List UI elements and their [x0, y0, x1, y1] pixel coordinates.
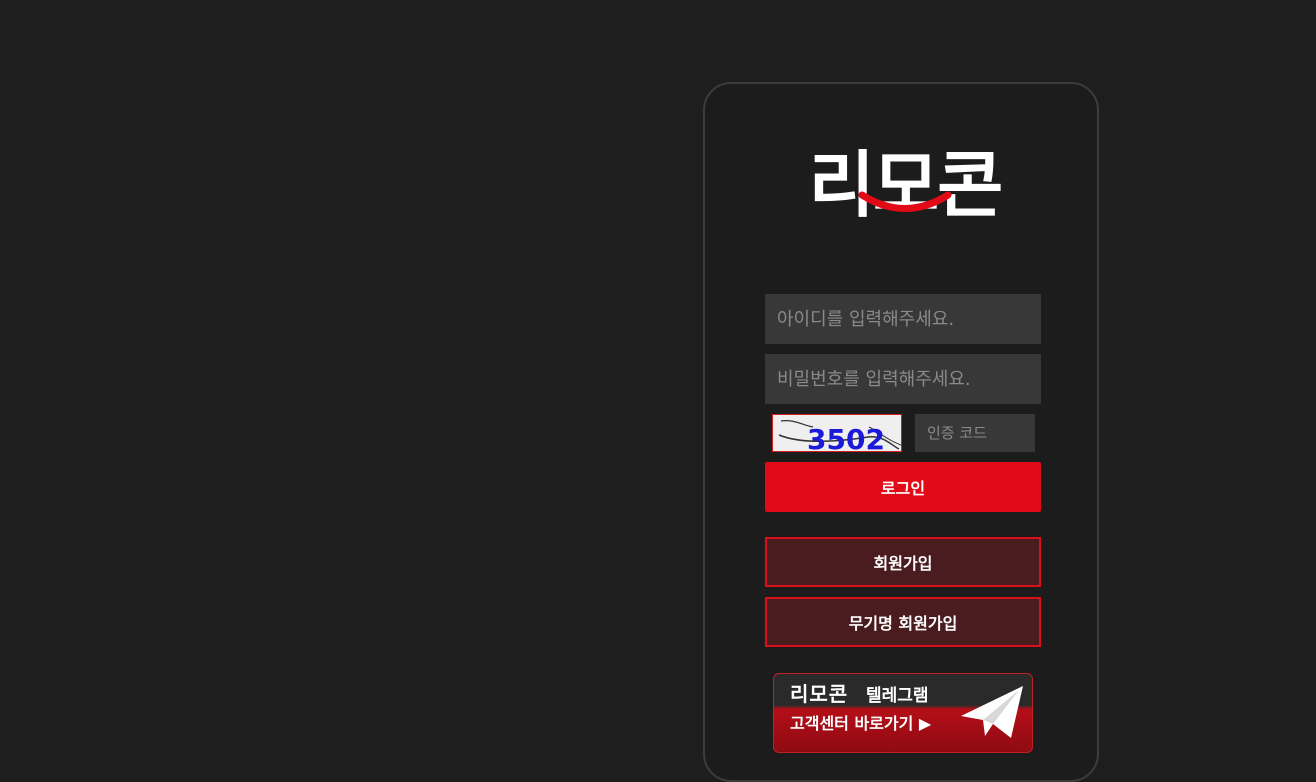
captcha-text: 3502: [807, 423, 885, 452]
password-input[interactable]: [765, 354, 1041, 404]
banner-title: 텔레그램: [866, 686, 929, 706]
paper-plane-icon: [961, 686, 1023, 738]
username-input[interactable]: [765, 294, 1041, 344]
telegram-banner[interactable]: 리모콘 텔레그램 고객센터 바로가기 ▶: [773, 673, 1033, 753]
login-panel: 리모콘 3502 로그인 회원가입 무기명 회원가입 리모콘 텔레그램 고객센터…: [703, 82, 1099, 782]
captcha-graphic: 3502: [778, 420, 901, 452]
anonymous-signup-button-label: 무기명 회원가입: [848, 614, 958, 633]
captcha-input[interactable]: [915, 414, 1035, 452]
login-button-label: 로그인: [880, 479, 926, 498]
anonymous-signup-button[interactable]: 무기명 회원가입: [765, 597, 1041, 647]
login-button[interactable]: 로그인: [765, 462, 1041, 512]
brand-logo-graphic: 리모콘: [809, 143, 1004, 222]
brand-logo: 리모콘: [790, 140, 1020, 222]
banner-logo-text: 리모콘: [790, 682, 849, 706]
signup-button[interactable]: 회원가입: [765, 537, 1041, 587]
banner-subtitle: 고객센터 바로가기 ▶: [790, 714, 932, 733]
captcha-image: 3502: [772, 414, 902, 452]
signup-button-label: 회원가입: [873, 554, 933, 573]
